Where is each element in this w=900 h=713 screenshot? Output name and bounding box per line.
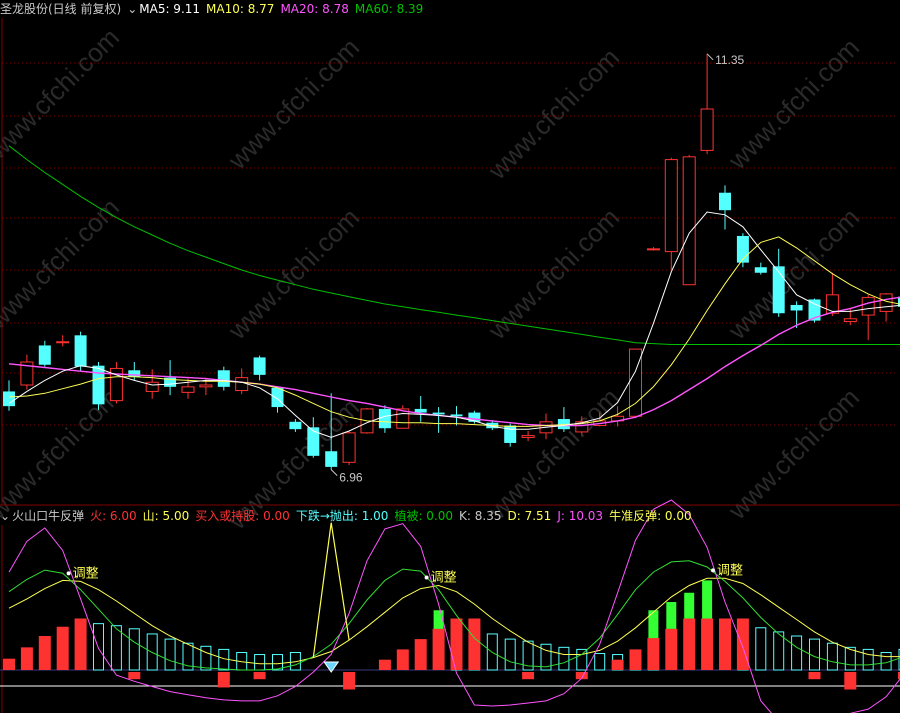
- candle-body: [700, 108, 714, 151]
- red-bar-negative: [844, 672, 857, 690]
- high-price-label: 11.35: [715, 53, 744, 67]
- settings-chevron-icon[interactable]: ⌄: [127, 2, 137, 16]
- indicator-name: 火山口牛反弹: [12, 509, 85, 523]
- red-bar: [719, 618, 731, 670]
- candle-body: [790, 304, 803, 311]
- ma20-value: MA20: 8.78: [280, 2, 349, 16]
- annotation-label: 调整: [431, 571, 457, 586]
- red-bar: [378, 659, 391, 670]
- red-bar: [3, 658, 15, 670]
- shan-value: 山: 5.00: [142, 509, 190, 523]
- ma5-value: MA5: 9.11: [139, 2, 201, 16]
- annotation-label: 调整: [717, 563, 743, 578]
- candle-body: [646, 248, 660, 251]
- red-bar: [665, 628, 678, 670]
- candle-body: [754, 267, 767, 273]
- red-bar-negative: [217, 672, 230, 688]
- candle-body: [342, 432, 356, 463]
- zhibei-value: 植被: 0.00: [394, 509, 454, 523]
- huo-value: 火: 6.00: [90, 509, 137, 523]
- candle-body: [450, 414, 463, 417]
- red-bar: [647, 638, 660, 670]
- red-bar-negative: [128, 672, 141, 680]
- annotation-label: 调整: [73, 566, 99, 581]
- candle-body: [414, 408, 427, 413]
- red-bar: [736, 618, 749, 670]
- j-value: J: 10.03: [557, 509, 604, 523]
- annotation-dot: [66, 571, 71, 576]
- candle-body: [861, 297, 875, 316]
- candle-body: [521, 435, 535, 438]
- candle-body: [74, 335, 87, 367]
- annotation-dot: [711, 568, 715, 573]
- annotation-dot: [424, 575, 429, 580]
- candle-body: [92, 365, 105, 405]
- red-bar: [629, 649, 642, 670]
- candle-body: [843, 318, 857, 323]
- candle-body: [56, 341, 70, 344]
- indicator-chevron-icon[interactable]: ⌄: [0, 509, 10, 523]
- candle-body: [181, 386, 195, 393]
- red-bar: [20, 647, 33, 670]
- red-bar: [38, 636, 51, 670]
- candle-body: [3, 391, 15, 407]
- candle-body: [772, 266, 785, 314]
- red-bar: [74, 618, 87, 670]
- main-chart-header: 圣龙股份(日线 前复权) ⌄ MA5: 9.11 MA10: 8.77 MA20: 8.…: [0, 0, 429, 18]
- stock-chart-window: www.cfchi.com www.cfchi.com www.cfchi.com w…: [0, 0, 900, 713]
- red-bar: [701, 618, 714, 670]
- candle-body: [217, 370, 230, 387]
- red-bar-negative: [522, 672, 535, 680]
- candle-body: [38, 345, 51, 365]
- candle-body: [378, 408, 391, 429]
- red-bar: [56, 626, 69, 670]
- red-bar: [468, 618, 481, 670]
- candle-body: [253, 357, 266, 375]
- ma60-value: MA60: 8.39: [354, 2, 424, 16]
- red-bar-negative: [253, 672, 266, 680]
- candle-body: [825, 294, 839, 314]
- red-bar: [683, 618, 696, 670]
- ma10-value: MA10: 8.77: [206, 2, 275, 16]
- red-bar: [414, 639, 427, 670]
- candle-body: [307, 427, 320, 456]
- indicator-header: ⌄ 火山口牛反弹 火: 6.00 山: 5.00 买入或持股: 0.00 下跌→抛出: 1…: [0, 507, 698, 525]
- candle-body: [271, 387, 284, 408]
- candle-body: [664, 159, 678, 253]
- candle-body: [235, 377, 249, 392]
- candle-body: [682, 156, 696, 286]
- red-bar: [432, 628, 445, 670]
- red-bar: [450, 618, 463, 670]
- d-value: D: 7.51: [507, 509, 552, 523]
- red-bar-negative: [343, 672, 356, 690]
- red-bar-negative: [808, 672, 821, 680]
- down-sell-value: 下跌→抛出: 1.00: [295, 509, 389, 523]
- candle-body: [432, 412, 445, 415]
- candle-body: [289, 421, 302, 430]
- candle-body: [325, 451, 338, 467]
- low-price-label: 6.96: [339, 471, 363, 485]
- red-bar: [611, 659, 624, 670]
- stock-title: 圣龙股份(日线 前复权): [0, 2, 122, 16]
- buy-hold-value: 买入或持股: 0.00: [195, 509, 290, 523]
- candle-body: [719, 192, 731, 211]
- red-bar: [396, 649, 409, 670]
- candle-body: [199, 384, 213, 388]
- k-value: K: 8.35: [459, 509, 502, 523]
- bull-rebound-value: 牛准反弹: 0.00: [609, 509, 692, 523]
